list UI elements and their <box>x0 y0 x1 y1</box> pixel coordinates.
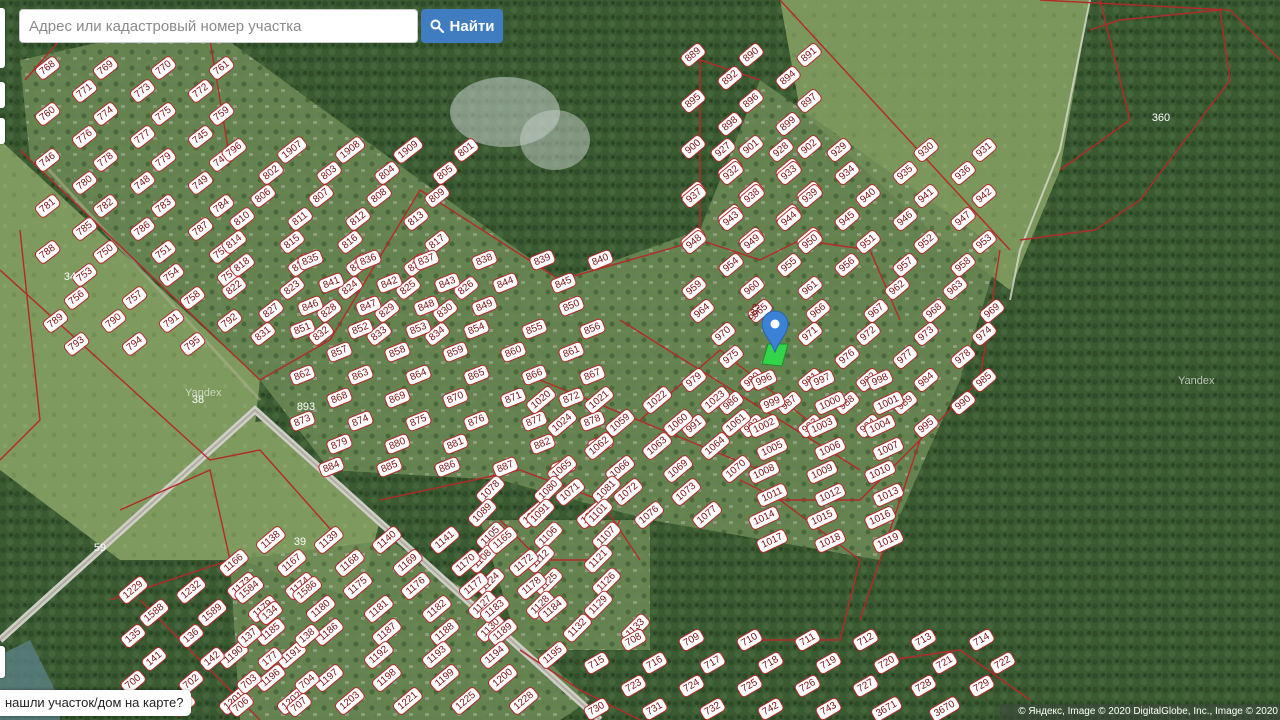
satellite-map[interactable]: 768 769 770 761771 773 772760 774 775 759776 777 7… <box>0 0 1280 720</box>
side-panel-tab[interactable] <box>0 82 5 108</box>
side-panel-tab[interactable] <box>0 646 5 678</box>
yandex-watermark: Yandex <box>1178 375 1215 387</box>
side-panel-tab[interactable] <box>0 8 5 68</box>
search-icon <box>430 19 444 33</box>
search-button[interactable]: Найти <box>421 9 503 43</box>
cloud <box>520 110 590 170</box>
large-plot-number[interactable]: 59 <box>94 542 106 554</box>
large-plot-number[interactable]: 39 <box>294 536 306 548</box>
map-copyright: © Яндекс, Image © 2020 DigitalGlobe, Inc… <box>1000 704 1280 720</box>
large-plot-number[interactable]: 360 <box>1152 112 1170 124</box>
large-plot-number[interactable]: 893 <box>297 401 315 413</box>
side-panel-tab[interactable] <box>0 118 5 144</box>
search-bar: Найти <box>19 9 503 43</box>
large-plot-number[interactable]: 34 <box>64 271 76 283</box>
yandex-watermark: Yandex <box>185 387 222 399</box>
found-plot-link[interactable]: нашли участок/дом на карте? <box>0 690 192 716</box>
search-button-label: Найти <box>449 17 495 35</box>
search-input[interactable] <box>19 9 418 43</box>
